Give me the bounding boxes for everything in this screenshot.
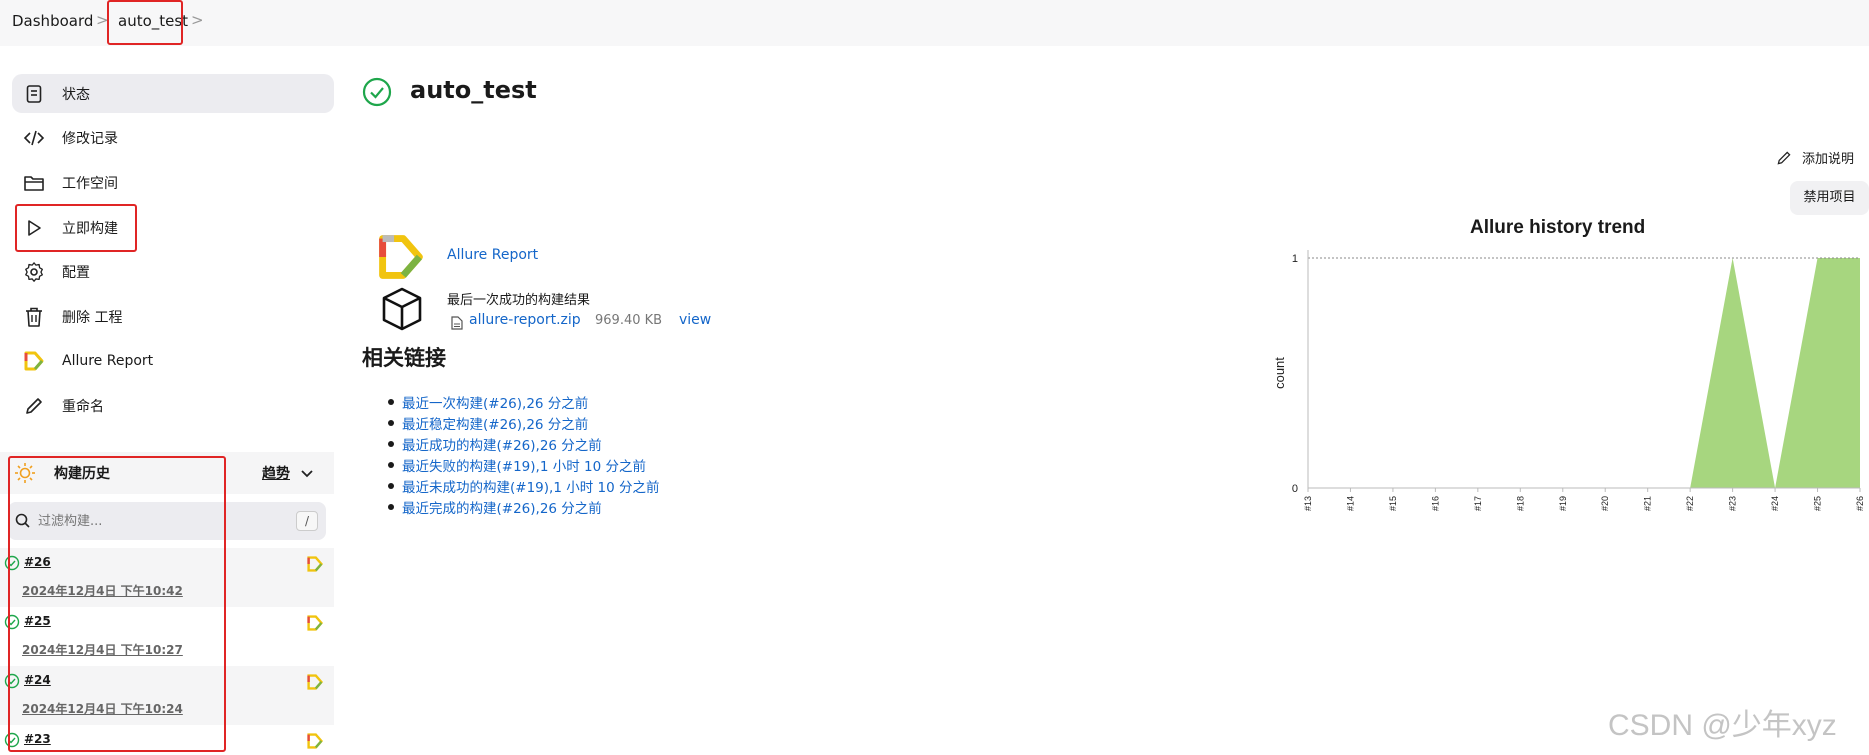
x-tick-label: #18 [1515,496,1525,511]
sidebar-item-label: 工作空间 [62,175,118,192]
highlight-box-build-now [15,204,137,252]
breadcrumb-dashboard[interactable]: Dashboard [12,12,93,30]
related-link[interactable]: 最近稳定构建(#26),26 分之前 [402,417,588,433]
related-links-title: 相关链接 [362,346,446,370]
related-link[interactable]: 最近失败的构建(#19),1 小时 10 分之前 [402,459,646,475]
pencil-icon [20,392,48,420]
allure-logo-icon[interactable] [307,674,323,694]
allure-logo-icon[interactable] [307,615,323,635]
artifact-view-link[interactable]: view [679,312,711,328]
folder-icon [20,169,48,197]
breadcrumb-separator: > [191,11,204,29]
x-tick-label: #26 [1855,496,1865,511]
highlight-box-build-history [8,456,226,752]
sidebar-item-configure[interactable]: 配置 [12,252,334,291]
y-tick-label: 1 [1292,253,1298,265]
x-tick-label: #22 [1685,496,1695,511]
code-icon [20,124,48,152]
list-item: 最近未成功的构建(#19),1 小时 10 分之前 [384,476,659,497]
sidebar-item-rename[interactable]: 重命名 [12,386,334,425]
sidebar-item-label: 重命名 [62,398,104,415]
page-title: auto_test [410,76,537,104]
list-item: 最近成功的构建(#26),26 分之前 [384,434,659,455]
sidebar-item-workspace[interactable]: 工作空间 [12,163,334,202]
list-item: 最近一次构建(#26),26 分之前 [384,392,659,413]
x-tick-label: #23 [1728,496,1738,511]
related-link[interactable]: 最近成功的构建(#26),26 分之前 [402,438,602,454]
list-item: 最近失败的构建(#19),1 小时 10 分之前 [384,455,659,476]
highlight-box-breadcrumb [107,0,183,45]
file-icon [451,315,463,334]
pencil-icon[interactable] [1776,150,1792,170]
disable-project-button[interactable]: 禁用项目 [1790,181,1869,215]
related-link[interactable]: 最近未成功的构建(#19),1 小时 10 分之前 [402,480,659,496]
x-tick-label: #20 [1600,496,1610,511]
allure-logo-icon[interactable] [307,733,323,753]
allure-logo-icon [378,234,424,284]
sidebar-item-status[interactable]: 状态 [12,74,334,113]
x-tick-label: #24 [1770,496,1780,511]
related-link[interactable]: 最近一次构建(#26),26 分之前 [402,396,588,412]
y-axis-label: count [1272,357,1287,389]
trash-icon [20,303,48,331]
chevron-down-icon[interactable] [300,466,314,485]
artifact-file-link[interactable]: allure-report.zip [469,312,581,328]
x-tick-label: #17 [1473,496,1483,511]
filter-shortcut-hint: / [296,511,318,531]
x-tick-label: #15 [1388,496,1398,511]
allure-logo-icon[interactable] [307,556,323,576]
x-tick-label: #25 [1813,496,1823,511]
success-check-icon [362,77,392,111]
sidebar-item-delete-project[interactable]: 删除 工程 [12,297,334,336]
x-tick-label: #16 [1430,496,1440,511]
watermark: CSDN @少年xyz [1608,709,1837,742]
series-area [1308,258,1860,488]
allure-history-trend-chart[interactable]: 0 1 count #13 #14 #15 #16 #17 #18 #19 #20 #21 #22 #23… [1260,236,1869,526]
document-icon [20,80,48,108]
sidebar-item-label: 修改记录 [62,130,118,147]
sidebar-item-changes[interactable]: 修改记录 [12,118,334,157]
sidebar-item-allure-report[interactable]: Allure Report [12,341,334,380]
breadcrumb: Dashboard > auto_test > [0,0,1869,46]
x-tick-label: #13 [1303,496,1313,511]
allure-report-link[interactable]: Allure Report [447,247,538,263]
package-icon [380,286,424,336]
sidebar-item-label: 配置 [62,264,90,281]
sidebar-item-label: 删除 工程 [62,309,123,326]
sidebar-item-label: Allure Report [62,352,154,369]
list-item: 最近稳定构建(#26),26 分之前 [384,413,659,434]
trend-link[interactable]: 趋势 [262,463,290,483]
x-tick-label: #14 [1345,496,1355,511]
gear-icon [20,258,48,286]
add-description-link[interactable]: 添加说明 [1802,148,1854,167]
y-tick-label: 0 [1292,483,1298,495]
allure-logo-icon [20,347,48,375]
list-item: 最近完成的构建(#26),26 分之前 [384,497,659,518]
artifacts-title: 最后一次成功的构建结果 [447,293,591,308]
artifact-size: 969.40 KB [595,313,663,328]
related-links-list: 最近一次构建(#26),26 分之前 最近稳定构建(#26),26 分之前 最近… [384,392,659,518]
x-tick-label: #21 [1643,496,1653,511]
sidebar-item-label: 状态 [62,86,90,103]
x-tick-label: #19 [1558,496,1568,511]
related-link[interactable]: 最近完成的构建(#26),26 分之前 [402,501,602,517]
